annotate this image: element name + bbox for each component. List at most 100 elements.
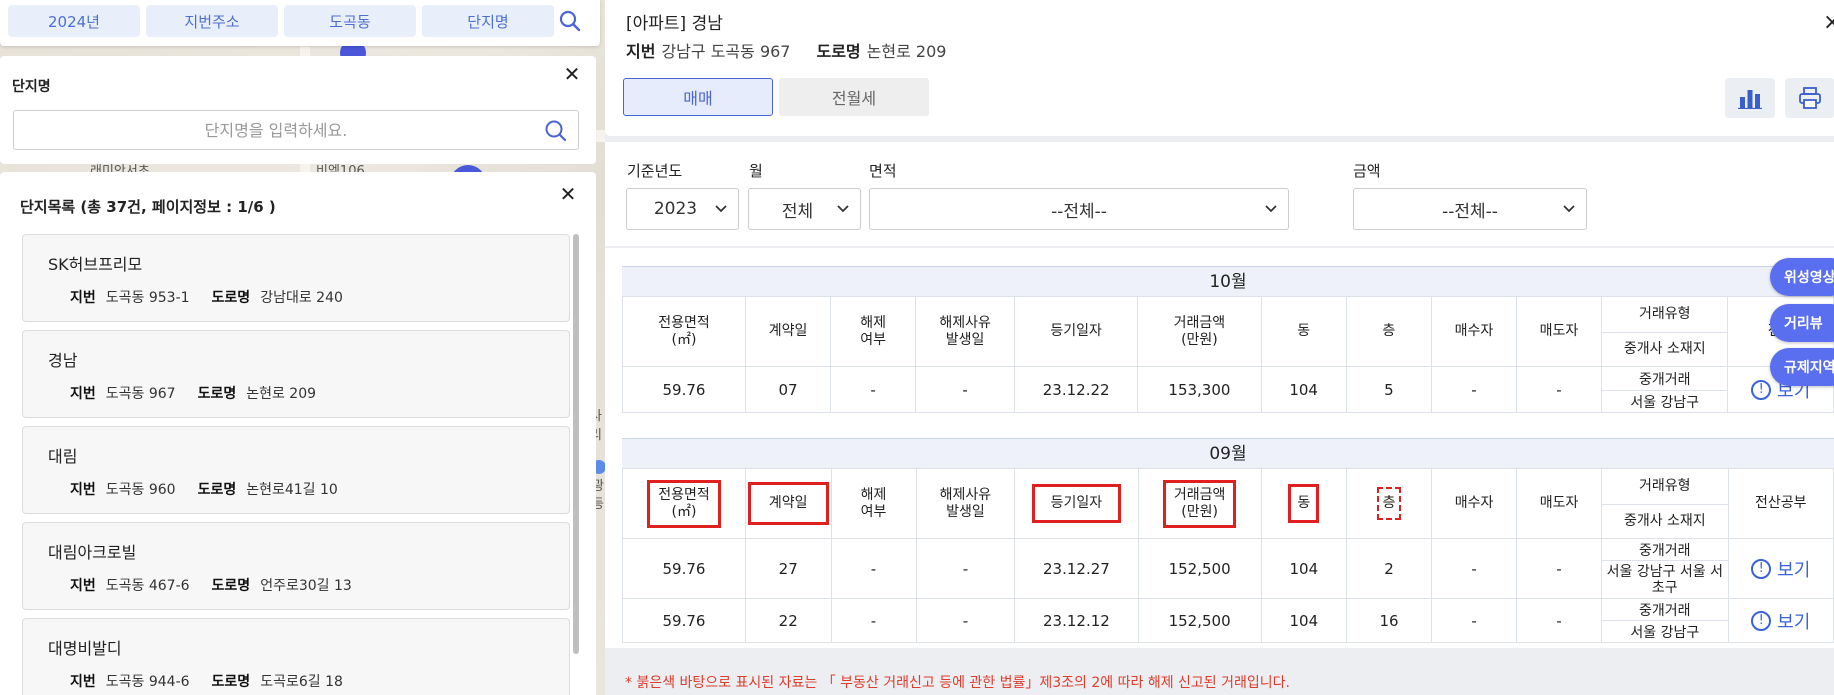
list-item[interactable]: 대명비발디 지번 도곡동 944-6 도로명 도곡로6길 18 [22,618,570,695]
cell-broker-loc: 서울 강남구 [1601,620,1729,643]
price-label: 금액 [1353,162,1381,180]
col-header-reg-date: 등기일자 [1014,468,1139,539]
col-header-cancel-date: 해제사유 발생일 [915,296,1016,367]
jibun-value: 도곡동 467-6 [105,578,190,594]
tab-dong[interactable]: 도곡동 [284,5,416,37]
tab-jibun-address[interactable]: 지번주소 [146,5,278,37]
print-button[interactable] [1785,78,1834,118]
jibun-label: 지번 [626,42,656,61]
cell-dong: 104 [1260,598,1347,643]
cell-cancel: - [830,366,917,413]
transaction-table-area[interactable]: 10월 전용면적 (㎡) 계약일 해제 여부 해제사유 발생일 등기일자 거래금… [605,248,1834,648]
road-label: 도로명 [816,42,861,61]
search-icon[interactable] [544,119,568,143]
complex-address: 지번 도곡동 953-1 도로명 강남대로 240 [70,287,343,307]
col-header-floor: 층 [1345,468,1433,539]
col-header-seller: 매도자 [1516,468,1603,539]
area-select[interactable]: --전체-- [869,188,1289,230]
cell-cancel-date: - [915,538,1016,599]
col-header-cancel: 해제 여부 [830,296,917,367]
table-row[interactable]: 59.76 22 - - 23.12.12 152,500 104 16 - -… [622,598,1834,643]
search-icon[interactable] [558,9,582,33]
info-icon: ! [1751,558,1772,579]
cell-cancel-date: - [915,598,1016,643]
chevron-down-icon [1265,205,1277,213]
jibun-value: 도곡동 944-6 [105,674,190,690]
detail-header: [아파트] 경남 지번 강남구 도곡동 967 도로명 논현로 209 매매 전월세 … [605,0,1834,136]
jibun-label: 지번 [70,386,96,402]
info-icon: ! [1751,379,1772,400]
col-header-ledger: 전산공부 [1727,468,1834,539]
col-header-price: 거래금액 (만원) [1137,468,1262,539]
highlight-box: 전용면적 (㎡) [647,479,721,528]
cell-reg-date: 23.12.12 [1014,598,1139,643]
tab-complex-name[interactable]: 단지명 [422,5,554,37]
complex-name: 대명비발디 [48,639,122,658]
tab-sale[interactable]: 매매 [623,78,773,116]
complex-name-input[interactable] [14,111,578,149]
highlight-box: 등기일자 [1031,484,1122,523]
cell-price: 152,500 [1137,538,1262,599]
scrollbar[interactable] [573,234,579,654]
jibun-value: 강남구 도곡동 967 [661,42,791,61]
month-header: 09월 [622,438,1834,468]
complex-address: 지번 도곡동 967 도로명 논현로 209 [70,383,316,403]
list-item[interactable]: 경남 지번 도곡동 967 도로명 논현로 209 [22,330,570,418]
year-select[interactable]: 2023 [626,188,739,230]
cell-buyer: - [1431,598,1518,643]
list-item[interactable]: 대림 지번 도곡동 960 도로명 논현로41길 10 [22,426,570,514]
cell-contract: 22 [744,598,832,643]
cell-reg-date: 23.12.22 [1014,366,1139,413]
printer-icon [1799,87,1821,109]
table-row[interactable]: 59.76 27 - - 23.12.27 152,500 104 2 - - … [622,538,1834,599]
cell-area: 59.76 [622,598,746,643]
street-view-button[interactable]: 거리뷰 [1770,304,1834,342]
complex-name-field-wrapper [13,110,579,150]
cell-broker-loc: 서울 강남구 서울 서초구 [1601,560,1729,599]
detail-address: 지번 강남구 도곡동 967 도로명 논현로 209 [626,38,946,62]
table-row[interactable]: 59.76 07 - - 23.12.22 153,300 104 5 - - … [622,366,1834,413]
month-value: 전체 [781,201,814,222]
view-ledger-link[interactable]: ! 보기 [1751,556,1810,582]
list-item[interactable]: 대림아크로빌 지번 도곡동 467-6 도로명 언주로30길 13 [22,522,570,610]
road-value: 도곡로6길 18 [260,674,343,690]
highlight-box: 거래금액 (만원) [1162,479,1237,528]
col-header-floor: 층 [1345,296,1432,367]
chevron-down-icon [715,205,727,213]
satellite-view-button[interactable]: 위성영상 [1770,258,1834,296]
view-label: 보기 [1777,611,1811,633]
chart-button[interactable] [1725,78,1775,118]
cell-cancel-date: - [915,366,1016,413]
bar-chart-icon [1738,90,1762,109]
regulated-area-button[interactable]: 규제지역 [1770,348,1834,386]
tab-year[interactable]: 2024년 [8,5,140,37]
cancellation-notice: * 붉은색 바탕으로 표시된 자료는 「 부동산 거래신고 등에 관한 법률」제… [625,675,1290,691]
col-header-deal-type: 거래유형 [1601,468,1729,505]
month-select[interactable]: 전체 [748,188,861,230]
jibun-label: 지번 [70,674,96,690]
view-ledger-link[interactable]: ! 보기 [1751,608,1810,634]
cell-ledger: ! 보기 [1727,598,1834,643]
col-header-price: 거래금액 (만원) [1137,296,1262,367]
cell-floor: 16 [1345,598,1433,643]
jibun-value: 도곡동 967 [105,386,176,402]
tab-rent[interactable]: 전월세 [779,78,929,116]
cell-dong: 104 [1260,538,1347,599]
close-icon[interactable]: ✕ [562,64,582,84]
month-header: 10월 [622,266,1834,296]
highlight-box: 동 [1288,484,1320,523]
close-icon[interactable]: ✕ [558,184,578,204]
complex-address: 지번 도곡동 960 도로명 논현로41길 10 [70,479,338,499]
complex-list-panel: 단지목록 (총 37건, 페이지정보 : 1/6 ) ✕ SK허브프리모 지번 도… [0,172,596,695]
selected-highlight-box[interactable]: 층 [1376,487,1402,520]
list-item[interactable]: SK허브프리모 지번 도곡동 953-1 도로명 강남대로 240 [22,234,570,322]
close-icon[interactable]: × [1823,10,1834,35]
col-header-cancel: 해제 여부 [830,468,917,539]
road-label: 도로명 [197,386,237,402]
month-label: 월 [749,162,763,180]
cell-broker-loc: 서울 강남구 [1600,390,1729,413]
cell-price: 152,500 [1137,598,1262,643]
price-select[interactable]: --전체-- [1353,188,1587,230]
area-value: --전체-- [1051,201,1107,222]
cell-seller: - [1515,366,1603,413]
